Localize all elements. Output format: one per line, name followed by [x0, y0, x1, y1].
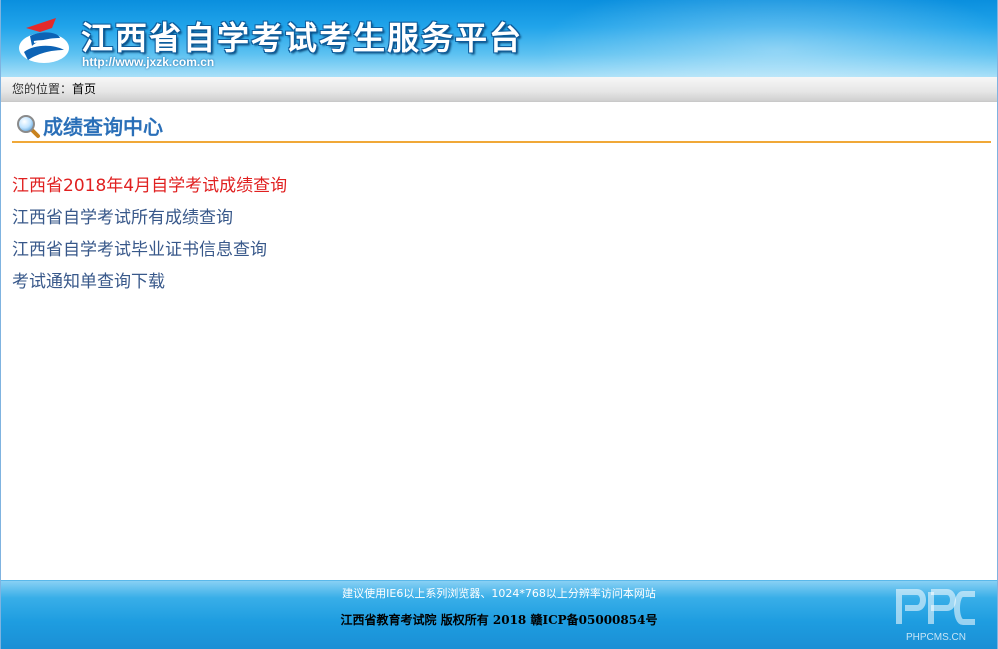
magnifier-icon — [17, 115, 40, 138]
breadcrumb-home-link[interactable]: 首页 — [72, 82, 96, 96]
breadcrumb: 您的位置：首页 — [1, 77, 997, 102]
query-link-list: 江西省2018年4月自学考试成绩查询 江西省自学考试所有成绩查询 江西省自学考试… — [12, 172, 287, 300]
link-all-score-query[interactable]: 江西省自学考试所有成绩查询 — [12, 204, 287, 236]
link-2018-april-score-query[interactable]: 江西省2018年4月自学考试成绩查询 — [12, 172, 287, 204]
section-header: 成绩查询中心 — [12, 108, 991, 143]
footer-browser-notice: 建议使用IE6以上系列浏览器、1024*768以上分辨率访问本网站 — [342, 587, 656, 600]
site-url: http://www.jxzk.com.cn — [82, 55, 215, 69]
site-header: 江西省自学考试考生服务平台 http://www.jxzk.com.cn — [1, 0, 997, 77]
watermark-text: PHPCMS.CN — [906, 632, 966, 643]
phpcms-watermark-icon: PHPCMS.CN — [896, 589, 975, 643]
footer-copyright: 江西省教育考试院 版权所有 2018 赣ICP备05000854号 — [340, 613, 658, 627]
breadcrumb-prefix: 您的位置： — [12, 82, 73, 96]
page: 江西省自学考试考生服务平台 http://www.jxzk.com.cn 您的位… — [0, 0, 998, 649]
link-exam-notice-download[interactable]: 考试通知单查询下载 — [12, 268, 287, 300]
jxzk-logo-icon[interactable] — [16, 14, 72, 68]
site-title: 江西省自学考试考生服务平台 — [81, 19, 524, 57]
section-title: 成绩查询中心 — [43, 115, 163, 139]
site-footer: 建议使用IE6以上系列浏览器、1024*768以上分辨率访问本网站 江西省教育考… — [1, 580, 997, 649]
link-diploma-info-query[interactable]: 江西省自学考试毕业证书信息查询 — [12, 236, 287, 268]
